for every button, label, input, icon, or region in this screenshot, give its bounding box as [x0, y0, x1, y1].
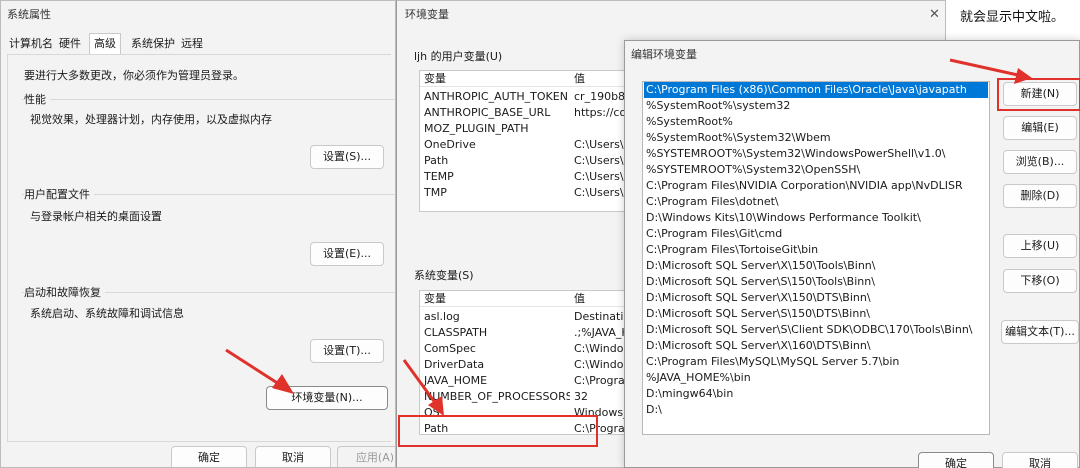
- arrow-to-new-button: [949, 58, 1032, 84]
